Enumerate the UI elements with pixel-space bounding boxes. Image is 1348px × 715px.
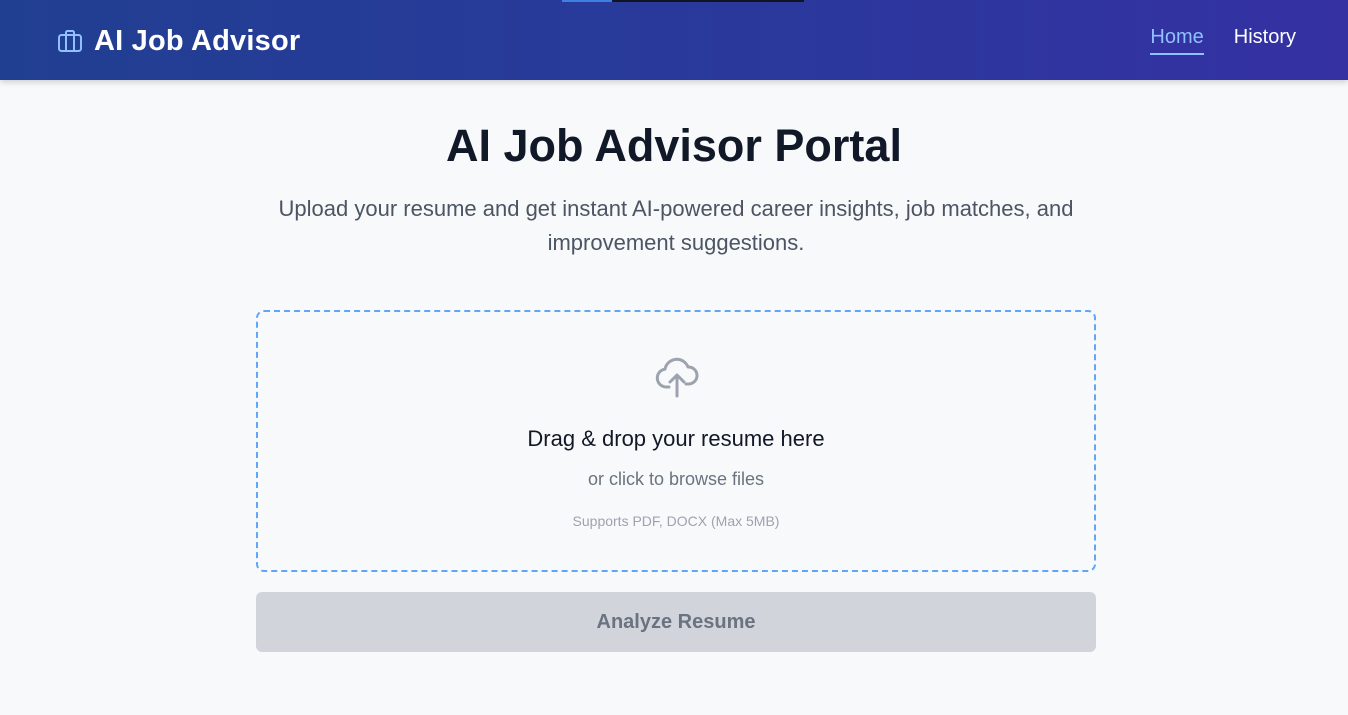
dropzone-title: Drag & drop your resume here xyxy=(527,426,825,451)
briefcase-icon xyxy=(56,27,84,55)
nav-link-history[interactable]: History xyxy=(1234,26,1296,55)
cloud-upload-icon xyxy=(654,354,700,400)
brand-title: AI Job Advisor xyxy=(94,24,301,57)
main-nav: Home History xyxy=(1150,26,1296,55)
app-header: AI Job Advisor Home History xyxy=(0,0,1348,80)
dropzone-file-hint: Supports PDF, DOCX (Max 5MB) xyxy=(572,513,780,529)
nav-link-home[interactable]: Home xyxy=(1150,26,1204,55)
dropzone-browse-text: or click to browse files xyxy=(587,469,765,489)
header-progress-indicator xyxy=(562,0,612,2)
resume-dropzone[interactable]: Drag & drop your resume here or click to… xyxy=(256,310,1096,572)
page-subtitle: Upload your resume and get instant AI-po… xyxy=(278,196,1074,255)
page-title: AI Job Advisor Portal xyxy=(446,120,902,171)
header-progress-track xyxy=(612,0,804,2)
analyze-resume-button[interactable]: Analyze Resume xyxy=(256,592,1096,652)
brand-logo[interactable]: AI Job Advisor xyxy=(56,22,300,60)
